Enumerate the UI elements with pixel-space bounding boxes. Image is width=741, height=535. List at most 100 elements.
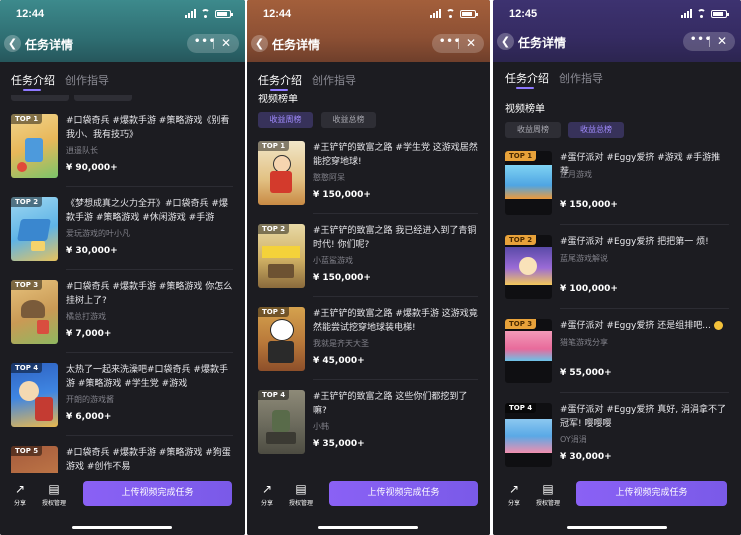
battery-icon [215,9,233,18]
bottom-action-bar: ↗ 分享 ▤ 授权管理 上传视频完成任务 [493,473,741,535]
chip-partial [11,95,69,101]
rank-badge: TOP 3 [505,319,537,329]
video-thumbnail: TOP 3 [258,307,305,371]
divider [313,213,478,214]
tab-guide[interactable]: 创作指导 [65,72,109,88]
upload-video-button[interactable]: 上传视频完成任务 [329,481,478,506]
signal-icon [185,9,196,18]
auth-management-button[interactable]: ▤ 授权管理 [289,482,313,507]
video-title: 《梦想成真之火力全开》#口袋奇兵 #爆款手游 #策略游戏 #休闲游戏 #手游 [66,199,228,223]
upload-video-button[interactable]: 上传视频完成任务 [83,481,232,506]
status-bar: 12:44 [16,8,233,22]
video-thumbnail: TOP 3 [11,280,58,344]
section-title: 视频榜单 [505,104,545,115]
author-name: 正月游戏 [560,170,592,179]
tab-guide[interactable]: 创作指导 [312,72,356,88]
phone-screen-3: 12:45 ❮ 任务详情 ••• ✕ 任务介绍 创作指导 视频榜单 收益周榜 收… [493,0,741,535]
author-name: 橘总打游戏 [66,312,106,321]
reward-amount: ¥ 35,000+ [313,439,365,449]
auth-management-button[interactable]: ▤ 授权管理 [42,482,66,507]
rank-badge: TOP 1 [258,141,290,151]
video-thumbnail: TOP 2 [11,197,58,261]
video-thumbnail: TOP 4 [258,390,305,454]
video-title: #王铲铲的致富之路 我已经进入到了青铜时代! 你们呢? [313,226,477,250]
tab-indicator [23,89,41,91]
list-item[interactable]: TOP 1 #王铲铲的致富之路 #学生党 这游戏居然能挖穿地球! 憨憨阿呆 ¥ … [258,141,478,207]
smile-emoji-icon [713,321,723,330]
tab-indicator [516,87,534,89]
video-title: #蛋仔派对 #Eggy爱挤 真好, 涓涓拿不了冠军! 嘤嘤嘤 [560,405,726,429]
author-name: 猎笔游戏分享 [560,338,608,347]
share-button[interactable]: ↗ 分享 [8,482,32,507]
nav-bar: ❮ 任务详情 ••• ✕ [493,31,741,53]
chip-weekly-earnings[interactable]: 收益周榜 [505,122,561,138]
video-title: #王铲铲的致富之路 这些你们都挖到了嘛? [313,392,468,416]
mini-program-capsule: ••• ✕ [683,32,735,51]
video-title: #口袋奇兵 #爆款手游 #策略游戏 你怎么挂树上了? [66,282,233,306]
divider [66,186,233,187]
signal-icon [681,9,692,18]
home-indicator [318,526,418,529]
reward-amount: ¥ 90,000+ [66,163,118,173]
tab-guide[interactable]: 创作指导 [559,70,603,86]
back-icon[interactable]: ❮ [497,33,514,50]
share-button[interactable]: ↗ 分享 [502,482,526,507]
list-item[interactable]: TOP 4 太热了一起来洗澡吧#口袋奇兵 #爆款手游 #策略游戏 #学生党 #游… [11,363,233,429]
video-thumbnail: TOP 1 [258,141,305,205]
section-title: 视频榜单 [258,94,298,105]
video-thumbnail: TOP 3 [505,319,552,383]
tab-intro[interactable]: 任务介绍 [11,72,55,88]
wifi-icon [696,9,707,18]
close-icon[interactable]: ✕ [466,36,476,50]
chip-total-earnings[interactable]: 收益总榜 [568,122,624,138]
back-icon[interactable]: ❮ [251,35,268,52]
list-item[interactable]: TOP 3 #口袋奇兵 #爆款手游 #策略游戏 你怎么挂树上了? 橘总打游戏 ¥… [11,280,233,346]
back-icon[interactable]: ❮ [4,35,21,52]
header: 12:45 ❮ 任务详情 ••• ✕ [493,0,741,62]
rank-badge: TOP 2 [505,235,537,245]
list-item[interactable]: TOP 1 #蛋仔派对 #Eggy爱挤 #游戏 #手游推荐 正月游戏 ¥ 150… [505,151,729,217]
close-icon[interactable]: ✕ [221,36,231,50]
list-item[interactable]: TOP 2 #蛋仔派对 #Eggy爱挤 把把第一 烦! 蓝尾游戏解说 ¥ 100… [505,235,729,301]
divider [66,269,233,270]
list-item[interactable]: TOP 1 #口袋奇兵 #爆款手游 #策略游戏《别看我小、我有技巧》 逍遥队长 … [11,114,233,180]
share-button[interactable]: ↗ 分享 [255,482,279,507]
share-icon: ↗ [261,482,273,496]
auth-management-button[interactable]: ▤ 授权管理 [536,482,560,507]
list-item[interactable]: TOP 2 #王铲铲的致富之路 我已经进入到了青铜时代! 你们呢? 小蓝鲨游戏 … [258,224,478,290]
tab-intro[interactable]: 任务介绍 [505,70,549,86]
list-item[interactable]: TOP 2 《梦想成真之火力全开》#口袋奇兵 #爆款手游 #策略游戏 #休闲游戏… [11,197,233,263]
video-thumbnail: TOP 1 [505,151,552,215]
nav-bar: ❮ 任务详情 ••• ✕ [0,33,245,55]
author-name: 逍遥队长 [66,146,98,155]
header: 12:44 ❮ 任务详情 ••• ✕ [247,0,490,62]
rank-badge: TOP 3 [11,280,43,290]
video-thumbnail: TOP 1 [11,114,58,178]
battery-icon [711,9,729,18]
header: 12:44 ❮ 任务详情 ••• ✕ [0,0,245,62]
chip-total-earnings[interactable]: 收益总榜 [321,112,376,128]
tab-indicator [270,89,288,91]
chip-weekly-earnings[interactable]: 收益周榜 [258,112,313,128]
list-item[interactable]: TOP 4 #蛋仔派对 #Eggy爱挤 真好, 涓涓拿不了冠军! 嘤嘤嘤 OY涓… [505,403,729,469]
list-item[interactable]: TOP 3 #蛋仔派对 #Eggy爱挤 还是组排吧... 猎笔游戏分享 ¥ 55… [505,319,729,385]
list-item[interactable]: TOP 3 #王铲铲的致富之路 #爆款手游 这游戏竟然能尝试挖穿地球装电梯! 我… [258,307,478,373]
video-title: #王铲铲的致富之路 #爆款手游 这游戏竟然能尝试挖穿地球装电梯! [313,309,478,333]
reward-amount: ¥ 30,000+ [66,246,118,256]
author-name: 蓝尾游戏解说 [560,254,608,263]
video-thumbnail: TOP 4 [505,403,552,467]
reward-amount: ¥ 100,000+ [560,284,618,294]
phone-screen-2: 12:44 ❮ 任务详情 ••• ✕ 任务介绍 创作指导 视频榜单 收益周榜 收… [247,0,490,535]
rank-badge: TOP 2 [11,197,43,207]
close-icon[interactable]: ✕ [717,34,727,48]
divider [560,308,729,309]
author-name: OY涓涓 [560,435,587,444]
divider [66,352,233,353]
video-title: 太热了一起来洗澡吧#口袋奇兵 #爆款手游 #策略游戏 #学生党 #游戏 [66,365,228,389]
upload-video-button[interactable]: 上传视频完成任务 [576,481,727,506]
tab-intro[interactable]: 任务介绍 [258,72,302,88]
section-clip: 视频榜单 [247,94,490,106]
divider [560,224,729,225]
battery-icon [460,9,478,18]
list-item[interactable]: TOP 4 #王铲铲的致富之路 这些你们都挖到了嘛? 小韩 ¥ 35,000+ [258,390,478,456]
